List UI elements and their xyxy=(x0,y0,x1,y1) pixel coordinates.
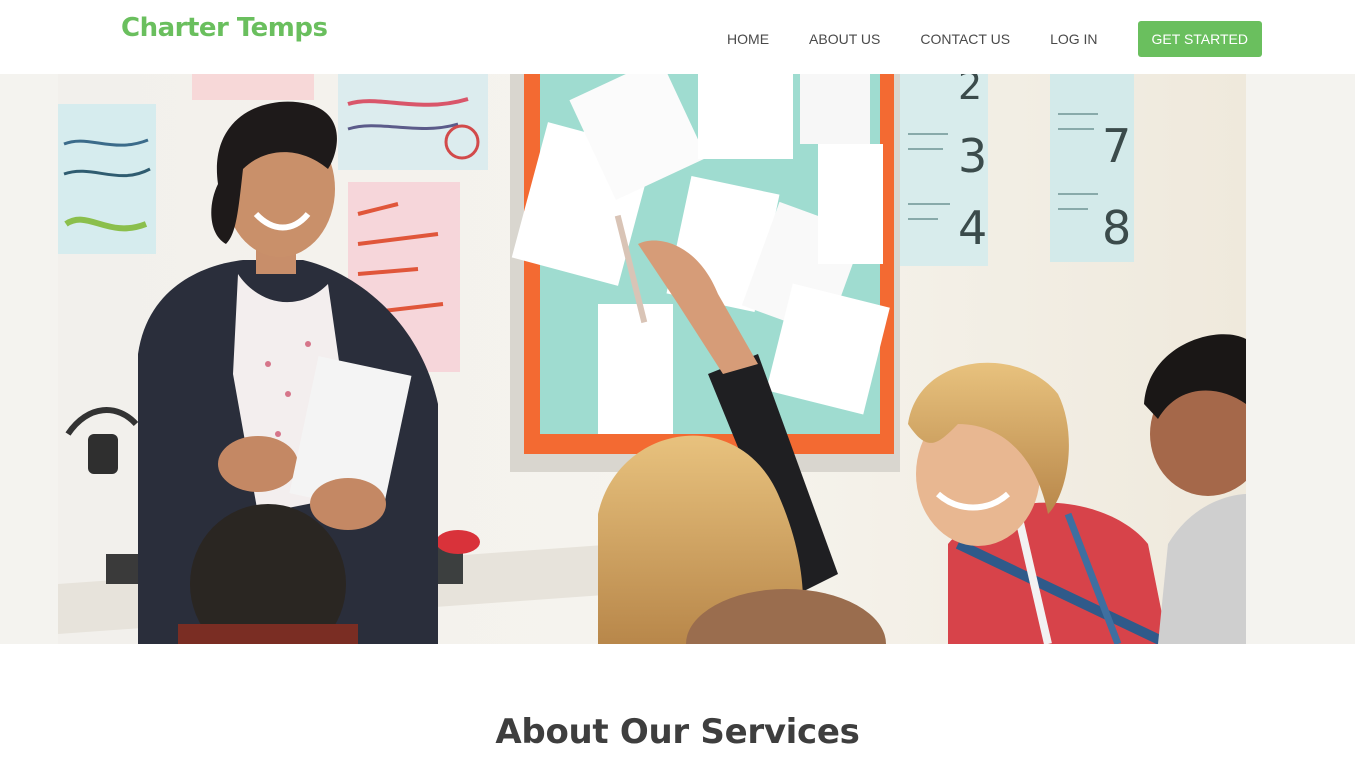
site-logo[interactable]: Charter Temps xyxy=(121,13,328,43)
board-number: 3 xyxy=(958,129,987,183)
board-number: 7 xyxy=(1102,119,1131,173)
classroom-photo: 2 3 4 7 8 xyxy=(58,74,1246,644)
section-title: About Our Services xyxy=(495,712,860,752)
main-nav: HOME ABOUT US CONTACT US LOG IN GET STAR… xyxy=(727,21,1262,57)
hero-image: 2 3 4 7 8 xyxy=(58,74,1246,644)
poster-left xyxy=(58,104,156,254)
nav-contact-link[interactable]: CONTACT US xyxy=(920,21,1010,57)
nav-home-link[interactable]: HOME xyxy=(727,21,769,57)
site-header: Charter Temps HOME ABOUT US CONTACT US L… xyxy=(0,0,1355,74)
nav-login-link[interactable]: LOG IN xyxy=(1050,21,1097,57)
board-number: 2 xyxy=(958,74,982,108)
board-number: 8 xyxy=(1102,201,1131,255)
nav-about-link[interactable]: ABOUT US xyxy=(809,21,880,57)
poster-vergessen xyxy=(338,74,488,170)
get-started-button[interactable]: GET STARTED xyxy=(1137,21,1262,57)
board-number: 4 xyxy=(958,201,987,255)
